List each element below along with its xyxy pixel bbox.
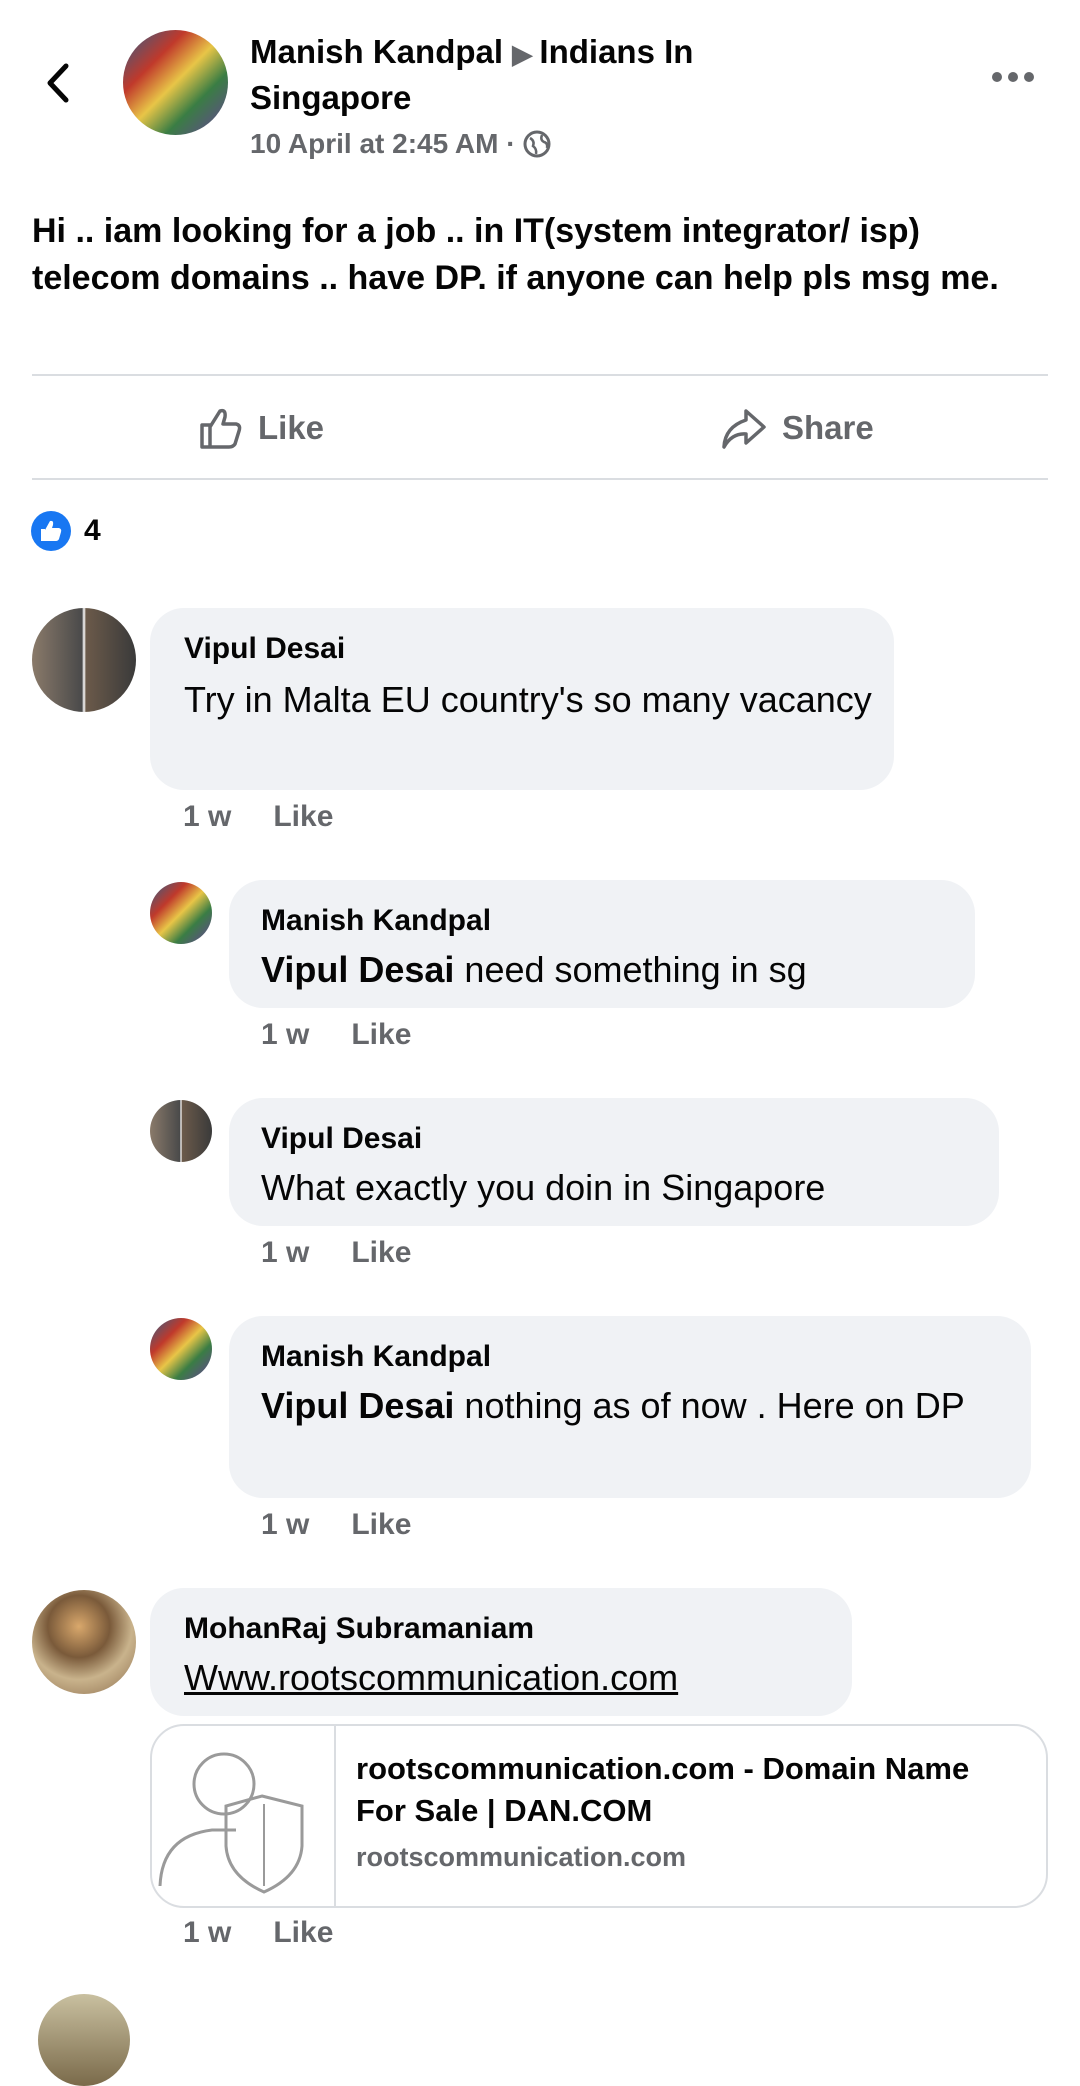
- divider: [32, 478, 1048, 480]
- globe-icon: [523, 130, 551, 158]
- reaction-count: 4: [84, 514, 101, 547]
- like-button[interactable]: Like: [196, 400, 324, 456]
- reply-time[interactable]: 1 w: [261, 1018, 309, 1051]
- thumbs-up-icon: [200, 408, 242, 449]
- commenter-avatar[interactable]: [32, 608, 136, 712]
- author-name[interactable]: Manish Kandpal: [250, 33, 503, 70]
- reply-author[interactable]: Manish Kandpal: [261, 904, 491, 938]
- comment-author[interactable]: MohanRaj Subramaniam: [184, 1612, 534, 1646]
- reply-bubble[interactable]: Manish Kandpal Vipul Desai nothing as of…: [229, 1316, 1031, 1498]
- post-timestamp[interactable]: 10 April at 2:45 AM ·: [250, 128, 516, 160]
- chevron-left-icon: [47, 63, 69, 103]
- reply-actions: 1 w Like: [261, 1236, 453, 1270]
- reply-text: nothing as of now . Here on DP: [454, 1385, 965, 1426]
- reply-bubble[interactable]: Vipul Desai What exactly you doin in Sin…: [229, 1098, 999, 1226]
- reply-time[interactable]: 1 w: [261, 1508, 309, 1541]
- comment-link[interactable]: Www.rootscommunication.com: [184, 1652, 678, 1704]
- back-button[interactable]: [38, 58, 78, 108]
- commenter-avatar[interactable]: [38, 1994, 130, 2086]
- mention-link[interactable]: Vipul Desai: [261, 949, 454, 990]
- reply-actions: 1 w Like: [261, 1018, 453, 1052]
- mention-link[interactable]: Vipul Desai: [261, 1385, 454, 1426]
- like-reaction-icon: [31, 511, 71, 551]
- comment-like-button[interactable]: Like: [273, 1916, 333, 1949]
- reply-like-button[interactable]: Like: [351, 1508, 411, 1541]
- comment-actions: 1 w Like: [183, 800, 375, 834]
- comment-text: Try in Malta EU country's so many vacanc…: [184, 679, 872, 720]
- link-preview-thumbnail: [152, 1726, 336, 1906]
- reply-time[interactable]: 1 w: [261, 1236, 309, 1269]
- comment-actions: 1 w Like: [183, 1916, 375, 1950]
- link-preview-domain: rootscommunication.com: [356, 1842, 687, 1872]
- divider: [32, 374, 1048, 376]
- reply-like-button[interactable]: Like: [351, 1236, 411, 1269]
- reply-text: need something in sg: [454, 949, 807, 990]
- person-shield-icon: [158, 1752, 304, 1894]
- post-header: Manish Kandpal ▶ Indians In Singapore 10…: [250, 30, 950, 160]
- post-body: Hi .. iam looking for a job .. in IT(sys…: [32, 212, 999, 297]
- comment-bubble[interactable]: Vipul Desai Try in Malta EU country's so…: [150, 608, 894, 790]
- reaction-summary[interactable]: 4: [30, 510, 101, 552]
- reply-author[interactable]: Vipul Desai: [261, 1122, 422, 1156]
- share-button[interactable]: Share: [718, 400, 874, 456]
- link-preview-title: rootscommunication.com - Domain Name For…: [356, 1751, 970, 1828]
- reply-author[interactable]: Manish Kandpal: [261, 1340, 491, 1374]
- reply-avatar[interactable]: [150, 1318, 212, 1380]
- group-name-line2[interactable]: Singapore: [250, 76, 950, 120]
- like-label: Like: [258, 409, 325, 446]
- share-icon: [722, 409, 766, 449]
- comment-time[interactable]: 1 w: [183, 1916, 231, 1949]
- reply-text: What exactly you doin in Singapore: [261, 1167, 826, 1208]
- more-options-icon[interactable]: [990, 70, 1036, 90]
- arrow-right-icon: ▶: [512, 39, 540, 69]
- comment-time[interactable]: 1 w: [183, 800, 231, 833]
- reply-actions: 1 w Like: [261, 1508, 453, 1542]
- reply-avatar[interactable]: [150, 882, 212, 944]
- link-preview-card[interactable]: rootscommunication.com - Domain Name For…: [150, 1724, 1048, 1908]
- comment-bubble[interactable]: MohanRaj Subramaniam Www.rootscommunicat…: [150, 1588, 852, 1716]
- commenter-avatar[interactable]: [32, 1590, 136, 1694]
- author-avatar[interactable]: [123, 30, 228, 135]
- share-label: Share: [782, 409, 874, 446]
- comment-like-button[interactable]: Like: [273, 800, 333, 833]
- group-name[interactable]: Indians In: [539, 33, 693, 70]
- comment-author[interactable]: Vipul Desai: [184, 632, 345, 666]
- reply-like-button[interactable]: Like: [351, 1018, 411, 1051]
- reply-bubble[interactable]: Manish Kandpal Vipul Desai need somethin…: [229, 880, 975, 1008]
- reply-avatar[interactable]: [150, 1100, 212, 1162]
